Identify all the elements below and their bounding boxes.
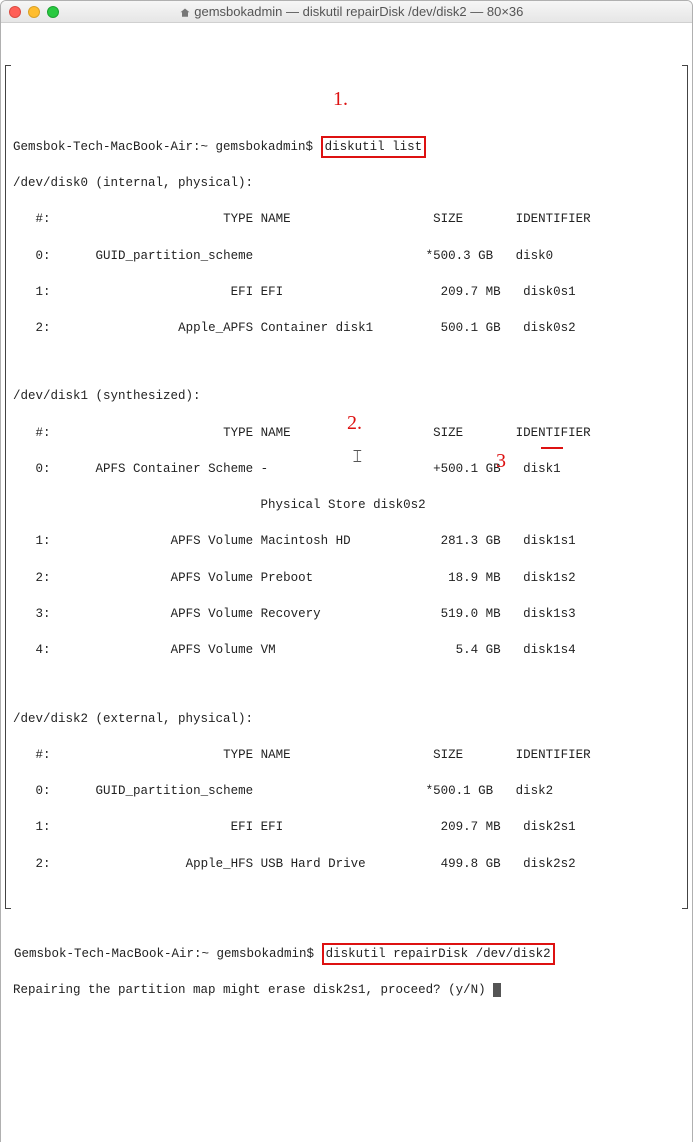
terminal-body[interactable]: Gemsbok-Tech-MacBook-Air:~ gemsbokadmin$…	[1, 23, 692, 1142]
table-row: 2: APFS Volume Preboot 18.9 MB disk1s2	[13, 569, 680, 587]
disk2-hdr-type: TYPE	[223, 748, 253, 762]
disk0-header: /dev/disk0 (internal, physical):	[13, 174, 680, 192]
cursor-block-icon	[493, 983, 501, 997]
table-row: 0: APFS Container Scheme - +500.1 GB dis…	[13, 460, 680, 478]
titlebar: gemsbokadmin — diskutil repairDisk /dev/…	[1, 1, 692, 23]
text-cursor-icon: 𝙸	[351, 445, 364, 471]
table-row: 0: GUID_partition_scheme *500.3 GB disk0	[13, 247, 680, 265]
table-row: 2: Apple_HFS USB Hard Drive 499.8 GB dis…	[13, 855, 680, 873]
table-row: Physical Store disk0s2	[13, 496, 680, 514]
disk1-hdr-id: IDENTIFIER	[516, 426, 591, 440]
disk2-hdr-num: #:	[36, 748, 51, 762]
highlight-cmd-1: diskutil list	[321, 136, 427, 158]
disk1-header: /dev/disk1 (synthesized):	[13, 387, 680, 405]
disk0-hdr-id: IDENTIFIER	[516, 212, 591, 226]
disk0-hdr-type: TYPE	[223, 212, 253, 226]
disk0-col-header: #: TYPE NAME SIZE IDENTIFIER	[13, 210, 680, 228]
pane-right-bracket	[682, 65, 688, 909]
confirm-line: Repairing the partition map might erase …	[5, 981, 688, 999]
window-title: gemsbokadmin — diskutil repairDisk /dev/…	[18, 4, 684, 19]
disk0-hdr-size: SIZE	[433, 212, 463, 226]
disk1-hdr-name: NAME	[261, 426, 291, 440]
disk1-hdr-size: SIZE	[433, 426, 463, 440]
table-row: 0: GUID_partition_scheme *500.1 GB disk2	[13, 782, 680, 800]
disk2-hdr-id: IDENTIFIER	[516, 748, 591, 762]
window-title-text: gemsbokadmin — diskutil repairDisk /dev/…	[194, 4, 523, 19]
table-row: 4: APFS Volume VM 5.4 GB disk1s4	[13, 641, 680, 659]
disk0-hdr-name: NAME	[261, 212, 291, 226]
table-row: 1: EFI EFI 209.7 MB disk0s1	[13, 283, 680, 301]
prompt-2-cmd: diskutil repairDisk /dev/disk2	[326, 947, 551, 961]
terminal-window: gemsbokadmin — diskutil repairDisk /dev/…	[0, 0, 693, 1142]
disk2-header: /dev/disk2 (external, physical):	[13, 710, 680, 728]
disk2-col-header: #: TYPE NAME SIZE IDENTIFIER	[13, 746, 680, 764]
highlight-cmd-2: diskutil repairDisk /dev/disk2	[322, 943, 555, 965]
home-icon	[179, 7, 191, 19]
table-row: 1: EFI EFI 209.7 MB disk2s1	[13, 818, 680, 836]
confirm-text: Repairing the partition map might erase …	[13, 983, 493, 997]
prompt-line-1: Gemsbok-Tech-MacBook-Air:~ gemsbokadmin$…	[13, 138, 680, 156]
prompt-line-2: Gemsbok-Tech-MacBook-Air:~ gemsbokadmin$…	[5, 945, 688, 963]
table-row: 1: APFS Volume Macintosh HD 281.3 GB dis…	[13, 532, 680, 550]
disk0-hdr-num: #:	[36, 212, 51, 226]
disk1-hdr-type: TYPE	[223, 426, 253, 440]
annotation-2: 2.	[347, 409, 362, 438]
prompt-2-prefix: Gemsbok-Tech-MacBook-Air:~ gemsbokadmin$	[14, 947, 314, 961]
annotation-1: 1.	[333, 85, 348, 114]
annotation-underline	[541, 447, 563, 449]
pane-left-bracket	[5, 65, 11, 909]
disk1-hdr-num: #:	[36, 426, 51, 440]
annotation-3: 3	[496, 447, 506, 476]
disk2-hdr-size: SIZE	[433, 748, 463, 762]
prompt-1-prefix: Gemsbok-Tech-MacBook-Air:~ gemsbokadmin$	[13, 140, 313, 154]
prompt-1-cmd: diskutil list	[325, 140, 423, 154]
table-row: 3: APFS Volume Recovery 519.0 MB disk1s3	[13, 605, 680, 623]
table-row: 2: Apple_APFS Container disk1 500.1 GB d…	[13, 319, 680, 337]
disk2-hdr-name: NAME	[261, 748, 291, 762]
